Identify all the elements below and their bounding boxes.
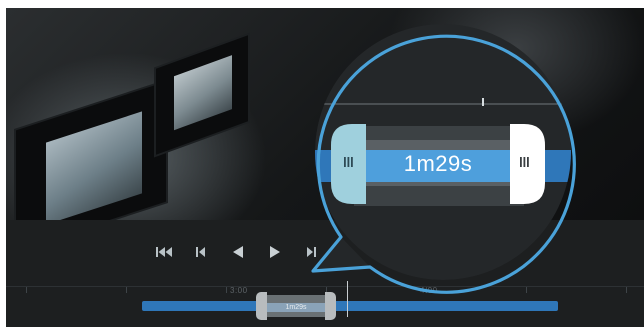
play-button[interactable] bbox=[265, 242, 285, 262]
clip-start-handle[interactable] bbox=[256, 292, 267, 320]
play-icon bbox=[270, 246, 280, 258]
clip-selection[interactable]: 1m29s bbox=[256, 292, 336, 320]
playhead[interactable] bbox=[347, 281, 348, 317]
artwork-picture bbox=[16, 81, 166, 220]
previous-frame-icon bbox=[196, 247, 205, 257]
zoom-duration-label: 1m29s bbox=[403, 151, 473, 176]
timeline-time-label: 3:00 bbox=[230, 286, 248, 295]
clip-selection-body[interactable]: 1m29s bbox=[267, 295, 325, 317]
ruler-tick bbox=[26, 287, 27, 293]
video-frame[interactable] bbox=[6, 8, 644, 220]
artwork-picture bbox=[156, 35, 248, 155]
ruler-tick bbox=[226, 287, 227, 293]
timeline-time-label: 4:00 bbox=[420, 286, 438, 295]
clip-duration-label: 1m29s bbox=[285, 304, 307, 311]
playback-buttons bbox=[154, 242, 322, 262]
skip-to-start-icon bbox=[156, 247, 172, 257]
video-player: 3:00 4:00 1m29s 1m29s bbox=[0, 0, 644, 327]
clip-end-handle[interactable] bbox=[325, 292, 336, 320]
timeline-track[interactable] bbox=[142, 301, 558, 311]
next-frame-button[interactable] bbox=[302, 242, 322, 262]
rewind-icon bbox=[233, 246, 243, 258]
next-frame-icon bbox=[307, 247, 316, 257]
previous-frame-button[interactable] bbox=[191, 242, 211, 262]
skip-to-start-button[interactable] bbox=[154, 242, 174, 262]
ruler-tick bbox=[126, 287, 127, 293]
ruler-tick bbox=[526, 287, 527, 293]
ruler-tick bbox=[626, 287, 627, 293]
rewind-button[interactable] bbox=[228, 242, 248, 262]
